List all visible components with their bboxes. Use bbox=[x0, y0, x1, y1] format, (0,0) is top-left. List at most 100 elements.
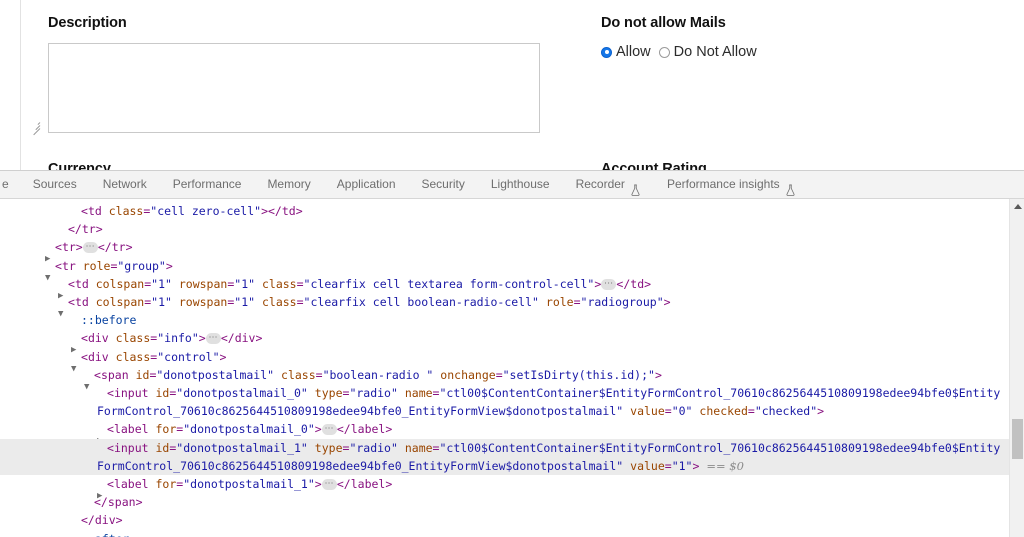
dom-token-tagname: td bbox=[74, 276, 89, 291]
devtools-tab-security[interactable]: Security bbox=[409, 171, 478, 198]
dom-node-row[interactable]: <span id="donotpostalmail" class="boolea… bbox=[0, 366, 1009, 396]
dom-node-row[interactable]: <div class="info"> ··· </div> bbox=[0, 329, 1009, 359]
scrollbar-thumb[interactable] bbox=[1012, 419, 1023, 459]
dom-token-punct: = bbox=[747, 404, 755, 419]
dom-node-row[interactable]: <tr role="group"> bbox=[0, 257, 1009, 287]
form-column-right: Do not allow Mails Allow Do Not Allow bbox=[601, 14, 1001, 60]
dom-token-punct: > bbox=[75, 240, 83, 255]
collapsed-children-ellipsis-icon[interactable]: ··· bbox=[321, 424, 337, 436]
web-page-form-area: Description Do not allow Mails Allow Do … bbox=[0, 0, 1024, 170]
dom-node-row[interactable]: </div> bbox=[0, 511, 1009, 529]
dom-token-tagname: label bbox=[113, 477, 149, 492]
dom-token-attrval: "cell zero-cell" bbox=[150, 204, 262, 218]
dom-node-row-selected[interactable]: <input id="donotpostalmail_1" type="radi… bbox=[0, 438, 1009, 476]
collapsed-children-ellipsis-icon[interactable]: ··· bbox=[82, 242, 98, 254]
dom-token-attrval: "1" bbox=[151, 276, 172, 291]
dom-token-punct: < bbox=[107, 422, 114, 437]
dom-token-attrname: class bbox=[261, 295, 297, 310]
dom-token-eqsel: == $0 bbox=[706, 458, 744, 473]
dom-node-row[interactable]: <input id = "donotpostalmail_0" type = "radi… bbox=[0, 384, 1009, 420]
dom-token-tagname: div bbox=[94, 513, 116, 528]
dom-token-punct: < bbox=[55, 258, 62, 273]
dom-token-plain bbox=[398, 441, 405, 455]
dom-token-punct: > bbox=[198, 331, 206, 346]
dom-token-attrval: "1" bbox=[671, 458, 693, 473]
radio-option-allow[interactable]: Allow bbox=[601, 44, 651, 60]
dom-token-plain bbox=[255, 295, 262, 309]
dom-token-punct: </ bbox=[94, 495, 108, 510]
dom-token-attrval: "donotpostalmail_1" bbox=[183, 477, 315, 492]
dom-token-plain bbox=[89, 277, 96, 291]
dom-token-tagname: span bbox=[107, 495, 136, 510]
dom-token-attrval: "group" bbox=[117, 258, 166, 273]
dom-token-punct: < bbox=[107, 440, 114, 455]
dom-node-row[interactable]: ::after bbox=[0, 530, 1009, 537]
collapsed-children-ellipsis-icon[interactable]: ··· bbox=[205, 333, 221, 345]
dom-node-row[interactable]: <td colspan="1" rowspan="1" class="clear… bbox=[0, 275, 1009, 305]
devtools-tab-label: Lighthouse bbox=[490, 177, 550, 191]
collapsed-children-ellipsis-icon[interactable]: ··· bbox=[601, 278, 617, 290]
dom-token-attrval: "radio" bbox=[349, 386, 398, 401]
dom-token-tagname: label bbox=[350, 422, 386, 437]
devtools-tab-network[interactable]: Network bbox=[90, 171, 160, 198]
devtools-tab-label: Performance bbox=[172, 177, 242, 191]
dom-token-attrval: "donotpostalmail_0" bbox=[183, 422, 315, 437]
dom-token-plain bbox=[76, 259, 83, 273]
dom-token-attrname: class bbox=[281, 367, 316, 382]
dom-token-attrname: colspan bbox=[95, 295, 145, 310]
scroll-up-arrow-icon[interactable] bbox=[1010, 199, 1024, 213]
flask-icon bbox=[630, 179, 641, 196]
devtools-tab-e[interactable]: e bbox=[0, 171, 20, 198]
dom-token-punct: < bbox=[81, 331, 88, 346]
dom-token-attrval: "setIsDirty(this.id);" bbox=[502, 367, 655, 382]
dom-token-attrname: value bbox=[630, 404, 665, 419]
dom-token-attrval: "0" bbox=[671, 404, 693, 419]
dom-token-attrname: rowspan bbox=[178, 295, 228, 310]
devtools-tab-sources[interactable]: Sources bbox=[20, 171, 90, 198]
devtools-tab-application[interactable]: Application bbox=[324, 171, 409, 198]
dom-token-punct: < bbox=[68, 276, 75, 291]
devtools-tab-memory[interactable]: Memory bbox=[254, 171, 323, 198]
devtools-tab-performance[interactable]: Performance bbox=[160, 171, 255, 198]
dom-node-row[interactable]: <tr> ··· </tr> bbox=[0, 238, 1009, 268]
dom-token-attrname: class bbox=[115, 349, 151, 364]
dom-token-tagname: div bbox=[87, 331, 109, 346]
currency-label: Currency bbox=[48, 161, 111, 170]
devtools-tab-recorder[interactable]: Recorder bbox=[563, 171, 654, 198]
dom-token-attrname: type bbox=[314, 386, 343, 401]
textarea-resize-grip[interactable] bbox=[30, 120, 41, 136]
dom-token-attrname: for bbox=[155, 422, 177, 437]
elements-dom-tree[interactable]: <td class="cell zero-cell"></td> </tr> <tr… bbox=[0, 199, 1009, 537]
dom-node-row[interactable]: <div class="control"> bbox=[0, 348, 1009, 378]
dom-token-attrval: "donotpostalmail_1" bbox=[176, 440, 308, 455]
dom-node-row[interactable]: <label for="donotpostalmail_1"> ··· </labe… bbox=[0, 475, 1009, 505]
dom-token-punct: > bbox=[115, 513, 123, 528]
dom-token-tagname: div bbox=[234, 331, 256, 346]
dom-token-punct: > bbox=[95, 222, 103, 237]
dom-node-row[interactable]: <td colspan="1" rowspan="1" class="clear… bbox=[0, 293, 1009, 323]
devtools-tabbar: e Sources Network Performance Memory Applicat… bbox=[0, 171, 1024, 199]
radio-do-not-allow-icon[interactable] bbox=[658, 46, 670, 58]
devtools-tab-performance-insights[interactable]: Performance insights bbox=[654, 171, 809, 198]
dom-node-row[interactable]: </tr> bbox=[0, 220, 1009, 238]
dom-node-row[interactable]: </span> bbox=[0, 493, 1009, 511]
dom-node-row[interactable]: <td class="cell zero-cell"></td> bbox=[0, 202, 1009, 220]
dom-token-tagname: tr bbox=[61, 258, 76, 273]
elements-tree-scrollbar[interactable] bbox=[1009, 199, 1024, 537]
dom-token-punct: = bbox=[664, 458, 672, 473]
dom-node-row[interactable]: <label for="donotpostalmail_0"> ··· </labe… bbox=[0, 420, 1009, 450]
radio-option-do-not-allow[interactable]: Do Not Allow bbox=[658, 44, 757, 60]
dom-node-row[interactable]: ::before bbox=[0, 311, 1009, 329]
radio-allow-icon[interactable] bbox=[601, 46, 612, 58]
dom-token-plain bbox=[149, 422, 156, 436]
description-textarea[interactable] bbox=[48, 43, 540, 133]
dom-token-punct: > bbox=[385, 477, 393, 492]
dom-token-attrname: id bbox=[135, 367, 150, 382]
dom-token-tagname: td bbox=[74, 295, 89, 310]
devtools-tab-lighthouse[interactable]: Lighthouse bbox=[478, 171, 563, 198]
dom-token-punct: = bbox=[664, 404, 672, 419]
form-column-left: Description bbox=[33, 14, 568, 138]
collapsed-children-ellipsis-icon[interactable]: ··· bbox=[321, 479, 337, 491]
radio-allow-label: Allow bbox=[616, 44, 651, 60]
dom-token-plain bbox=[89, 295, 96, 309]
